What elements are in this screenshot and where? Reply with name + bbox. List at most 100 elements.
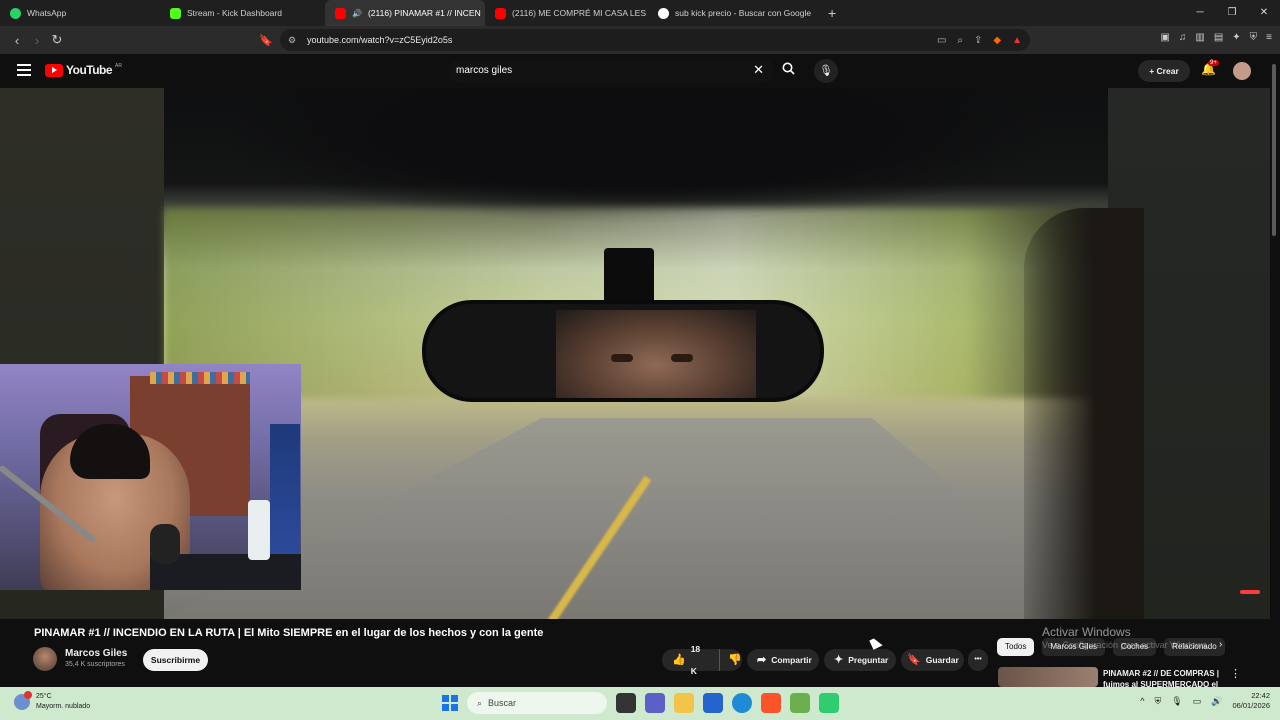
seat-headrest — [1024, 208, 1144, 619]
share-button[interactable]: ➦ Compartir — [747, 649, 819, 671]
share-icon: ➦ — [757, 654, 767, 666]
minimize-button[interactable]: ─ — [1184, 0, 1216, 26]
speaker-icon: 🔊 — [352, 8, 362, 18]
channel-avatar[interactable] — [33, 647, 57, 671]
country-code: AR — [115, 63, 122, 69]
youtube-icon — [495, 7, 506, 19]
security-icon[interactable]: ⛨ — [1155, 696, 1162, 707]
reload-button[interactable]: ↻ — [47, 32, 67, 48]
vpn-icon[interactable]: ⛨ — [1250, 32, 1258, 43]
account-avatar[interactable] — [1233, 62, 1251, 80]
live-indicator — [1240, 590, 1260, 594]
kick-app-icon[interactable] — [819, 693, 839, 713]
like-count[interactable]: 18 K — [691, 638, 708, 682]
start-windows-icon[interactable] — [442, 695, 458, 711]
search-icon: ⌕ — [477, 697, 483, 708]
save-button[interactable]: 🔖 Guardar — [901, 649, 964, 671]
search-button[interactable] — [774, 59, 802, 83]
date: 06/01/2026 — [1232, 701, 1270, 710]
new-tab-button[interactable]: + — [818, 5, 846, 21]
maximize-button[interactable]: ❐ — [1216, 0, 1248, 26]
video-frame — [164, 88, 1144, 619]
mic-icon[interactable]: 🎙 — [1171, 696, 1182, 707]
zoom-icon[interactable]: ⌕ — [957, 35, 963, 46]
tab-label: (2116) ME COMPRÉ MI CASA LES MU — [512, 8, 648, 18]
tab-whatsapp[interactable]: WhatsApp — [0, 0, 160, 26]
wallet-icon[interactable]: ▤ — [1214, 32, 1223, 43]
bookmark-icon[interactable]: 🔖 — [256, 34, 276, 47]
clock[interactable]: 22:42 06/01/2026 — [1232, 691, 1270, 711]
related-thumbnail[interactable] — [998, 667, 1098, 687]
ai-icon[interactable]: ✦ — [1232, 32, 1240, 43]
music-icon[interactable]: ♫ — [1179, 32, 1187, 43]
clear-search-icon[interactable]: ✕ — [753, 62, 764, 78]
brave-shield-icon[interactable]: ◆ — [993, 35, 1001, 46]
video-player[interactable] — [0, 88, 1270, 619]
address-bar[interactable]: ⚙ youtube.com/watch?v=zC5Eyid2o5s ▭ ⌕ ⇪ … — [280, 29, 1030, 51]
youtube-header: YouTube AR marcos giles ✕ 🎙 + Crear 🔔 9+ — [0, 54, 1280, 88]
page-scrollbar[interactable] — [1270, 58, 1278, 240]
channel-name[interactable]: Marcos Giles — [65, 648, 127, 659]
like-icon[interactable]: 👍 — [672, 649, 686, 671]
create-button[interactable]: + Crear — [1138, 60, 1190, 82]
store-icon[interactable] — [703, 693, 723, 713]
webcam-overlay — [0, 364, 301, 590]
tab-google-search[interactable]: sub kick precio - Buscar con Google — [648, 0, 818, 26]
tab-label: WhatsApp — [27, 8, 67, 18]
sidebar-icon[interactable]: ▥ — [1195, 32, 1204, 43]
subscribe-button[interactable]: Suscribirme — [143, 649, 208, 671]
youtube-logo[interactable]: YouTube AR — [45, 63, 122, 77]
back-button[interactable]: ‹ — [7, 33, 27, 48]
brave-icon[interactable] — [761, 693, 781, 713]
extensions-area: ▣ ♫ ▥ ▤ ✦ ⛨ ≡ — [1160, 32, 1272, 43]
volume-icon[interactable]: 🔊 — [1211, 696, 1222, 707]
temperature: 25°C — [36, 693, 52, 700]
chip-todos[interactable]: Todos — [997, 638, 1035, 656]
kick-icon — [170, 7, 181, 19]
cast-icon[interactable]: ▭ — [937, 35, 946, 46]
share-label: Compartir — [771, 655, 812, 665]
screenshot-icon[interactable]: ▣ — [1160, 32, 1169, 43]
windows-taskbar: 25°C Mayorm. nublado ⌕ Buscar ^ ⛨ 🎙 ▭ 🔊 … — [0, 687, 1280, 720]
taskbar-search[interactable]: ⌕ Buscar — [467, 692, 607, 714]
road — [164, 418, 1108, 619]
tab-youtube-pinamar[interactable]: 🔊 (2116) PINAMAR #1 // INCEN ✕ — [325, 0, 485, 26]
file-explorer-icon[interactable] — [674, 693, 694, 713]
dislike-icon[interactable]: 👎 — [719, 649, 742, 671]
menu-icon[interactable]: ≡ — [1266, 32, 1272, 43]
search-input[interactable]: marcos giles ✕ — [448, 59, 774, 83]
task-view-icon[interactable] — [616, 693, 636, 713]
taskbar-search-placeholder: Buscar — [488, 698, 517, 708]
tray-overflow-icon[interactable]: ^ — [1140, 696, 1144, 706]
rearview-mirror — [422, 300, 824, 402]
more-actions-button[interactable]: ••• — [968, 649, 988, 671]
tab-youtube-casa[interactable]: (2116) ME COMPRÉ MI CASA LES MU — [485, 0, 648, 26]
related-more-icon[interactable]: ⋮ — [1230, 667, 1241, 680]
network-icon[interactable]: ▭ — [1193, 696, 1202, 707]
menu-hamburger-icon[interactable] — [17, 64, 31, 79]
system-tray: ^ ⛨ 🎙 ▭ 🔊 22:42 06/01/2026 — [1140, 691, 1270, 711]
close-window-button[interactable]: ✕ — [1248, 0, 1280, 26]
forward-button[interactable]: › — [27, 33, 47, 48]
time: 22:42 — [1251, 691, 1270, 700]
youtube-icon — [335, 7, 346, 19]
tab-kick-dashboard[interactable]: Stream - Kick Dashboard — [160, 0, 325, 26]
search-value: marcos giles — [456, 65, 513, 76]
weather-widget[interactable]: 25°C Mayorm. nublado — [14, 691, 90, 712]
app-icon[interactable] — [790, 693, 810, 713]
ask-label: Preguntar — [848, 655, 889, 665]
ask-button[interactable]: ✦ Preguntar — [824, 649, 896, 671]
share-icon[interactable]: ⇪ — [974, 35, 982, 46]
whatsapp-icon — [10, 7, 21, 19]
teams-icon[interactable] — [645, 693, 665, 713]
tab-label: (2116) PINAMAR #1 // INCEN — [367, 8, 481, 18]
site-info-icon[interactable]: ⚙ — [288, 35, 296, 46]
brave-rewards-icon[interactable]: ▲ — [1012, 35, 1022, 46]
save-label: Guardar — [925, 655, 959, 665]
url-text: youtube.com/watch?v=zC5Eyid2o5s — [307, 35, 453, 45]
voice-search-button[interactable]: 🎙 — [814, 59, 838, 83]
edge-icon[interactable] — [732, 693, 752, 713]
mirror-mount — [604, 248, 654, 304]
chips-next-icon[interactable]: › — [1219, 639, 1222, 650]
google-icon — [658, 7, 669, 19]
